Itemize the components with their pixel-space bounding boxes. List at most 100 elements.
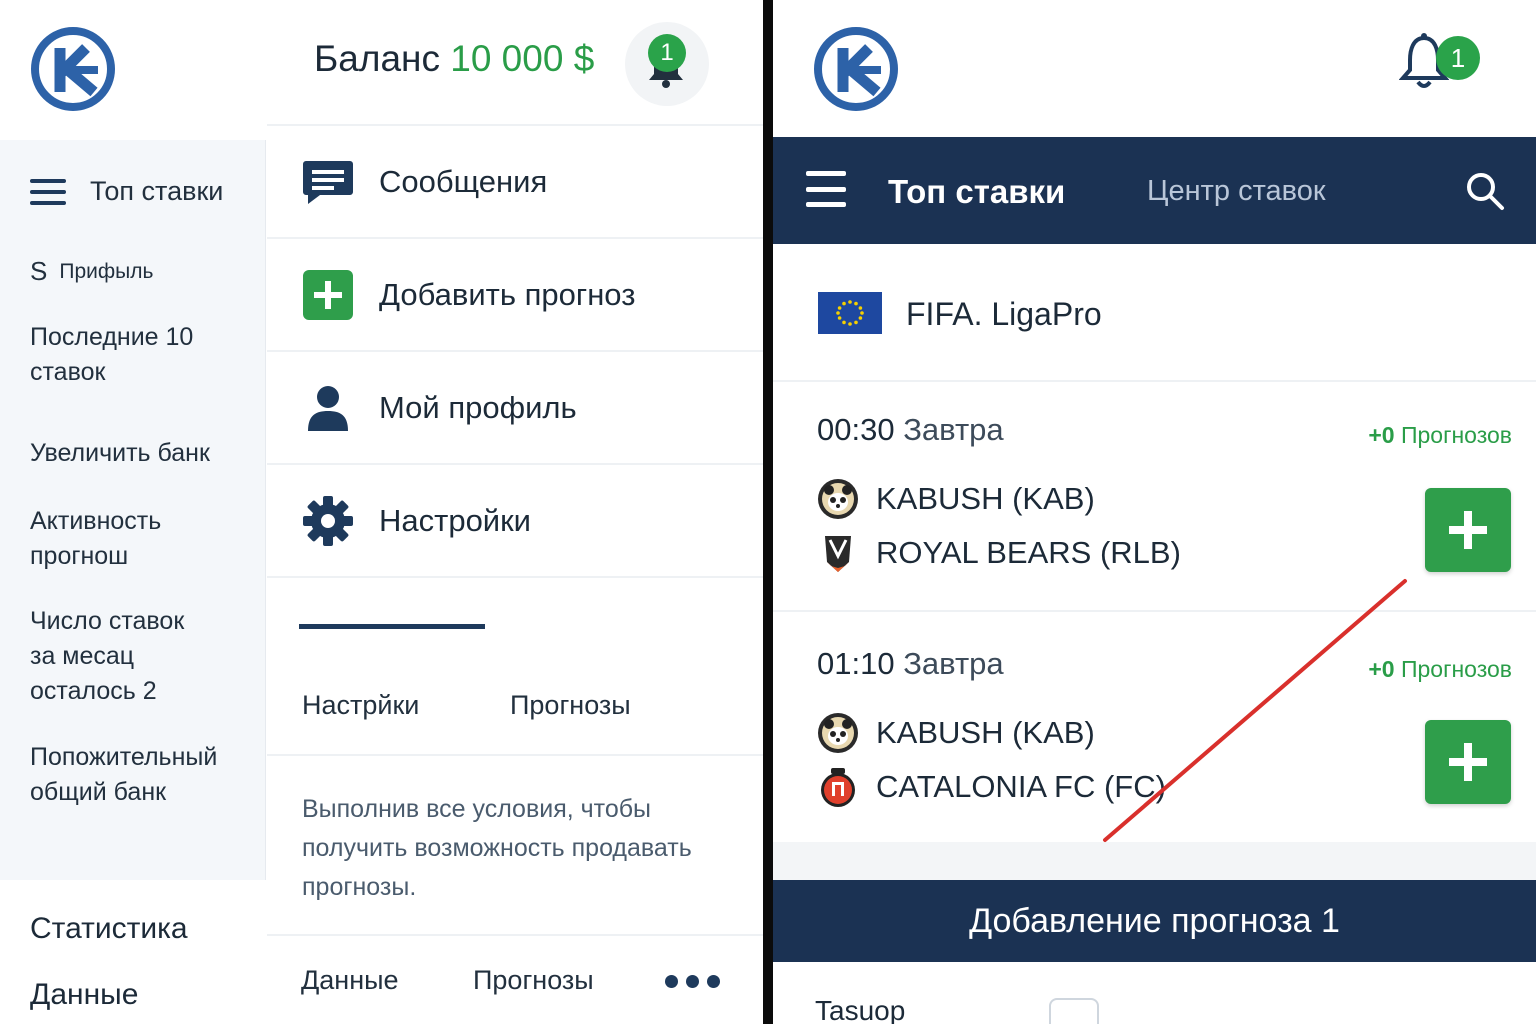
menu-icon[interactable] [806,171,846,207]
panda-team-icon [818,713,858,753]
nav-tab-bet-center[interactable]: Центр ставок [1147,175,1326,208]
sidebar-item-label: Активность [30,507,162,535]
menu-item-add-forecast[interactable]: Добавить прогноз [267,237,763,350]
match-day: Завтра [903,646,1004,681]
sidebar-data-link[interactable]: Данные [30,978,138,1012]
tab-settings[interactable]: Настрйки [302,690,419,721]
team-name: KABUSH (KAB) [876,715,1095,750]
active-tab-indicator [299,624,485,629]
add-forecast-button[interactable] [1425,720,1511,804]
match-time: 00:30 Завтра [817,412,1004,448]
search-icon[interactable] [1465,171,1505,211]
menu-item-messages[interactable]: Сообщения [267,124,763,237]
plus-square-icon [301,268,355,322]
league-name: FIFA. LigaPro [906,296,1102,332]
top-navbar: Топ ставки Центр ставок [773,137,1536,244]
panda-team-icon [818,479,858,519]
match-card[interactable]: 00:30 Завтра +0 Прогнозов KABUSH (KAB) R… [773,382,1536,612]
sidebar-item-top-bets[interactable]: Топ ставки [30,174,223,209]
balance-value: 10 000 $ [450,38,595,79]
forecast-count-label: Прогнозов [1400,422,1512,448]
sidebar-item-bets-left[interactable]: Число ставок за месац осталось 2 [30,604,184,709]
menu-item-label: Настройки [379,502,532,538]
forecast-count-value: +0 [1368,422,1395,448]
divider [267,934,763,936]
team-away: CATALONIA FC (FC) [817,766,1166,808]
notification-badge: 1 [1436,36,1480,80]
sidebar-logo-area [0,0,266,140]
k-logo-icon[interactable] [813,26,899,112]
sidebar-item-label: общий банк [30,778,167,806]
nav-tab-top-bets[interactable]: Топ ставки [888,173,1065,211]
user-icon [301,381,355,435]
team-name: CATALONIA FC (FC) [876,769,1166,804]
plus-icon [1449,511,1487,549]
tab-forecasts[interactable]: Прогнозы [510,690,631,721]
sidebar-item-label: осталось 2 [30,677,157,705]
team-name: ROYAL BEARS (RLB) [876,535,1181,570]
sidebar-item-label: Попожительный [30,743,218,771]
menu-item-settings[interactable]: Настройки [267,463,763,576]
dollar-icon: S [30,256,48,286]
team-home: KABUSH (KAB) [817,712,1095,754]
sidebar-item-increase-bank[interactable]: Увеличить банк [30,436,210,471]
sidebar-bottom: Статистика Данные [0,880,266,1024]
team-away: ROYAL BEARS (RLB) [817,532,1181,574]
divider [773,610,1536,612]
divider [267,754,763,756]
forecast-count: +0 Прогнозов [1368,656,1512,683]
form-field-label: Tasuop [815,995,906,1024]
balance: Баланс 10 000 $ [314,38,594,80]
sidebar: Топ ставки S Прифыль Последние 10 ставок… [0,0,266,1024]
menu-item-my-profile[interactable]: Мой профиль [267,350,763,463]
notifications-button[interactable]: 1 [625,22,709,106]
eu-flag-icon [818,292,882,334]
match-time-value: 00:30 [817,412,895,447]
add-forecast-button[interactable] [1425,488,1511,572]
menu-item-label: Добавить прогноз [379,276,636,312]
sidebar-item-label: Прифыль [59,260,154,283]
match-card[interactable]: 01:10 Завтра +0 Прогнозов KABUSH (KAB) C… [773,616,1536,846]
sidebar-item-last-bets[interactable]: Последние 10 ставок [30,320,193,390]
notification-badge: 1 [648,34,686,72]
k-logo-icon[interactable] [30,26,116,112]
form-field-input[interactable] [1049,998,1099,1024]
device-frame [763,0,773,1024]
message-icon [301,155,355,209]
conditions-note: Выполнив все условия, чтобы получить воз… [302,795,692,901]
sidebar-item-label: Последние 10 [30,323,194,351]
bottom-tab-forecasts[interactable]: Прогнозы [473,965,594,996]
more-icon[interactable] [665,975,720,988]
add-forecast-header: Добавление прогноза 1 [773,880,1536,962]
team-home: KABUSH (KAB) [817,478,1095,520]
menu-icon [30,178,66,205]
sidebar-statistics-link[interactable]: Статистика [30,912,188,946]
section-spacer [773,842,1536,880]
forecast-count-label: Прогнозов [1400,656,1512,682]
sidebar-item-positive-bank[interactable]: Попожительный общий банк [30,740,217,810]
sidebar-item-label: Число ставок [30,607,185,635]
gear-icon [301,494,355,548]
bottom-tab-data[interactable]: Данные [301,965,399,996]
sidebar-item-label: за месац [30,642,135,670]
mobile-screen: 1 Топ ставки Центр ставок FIFA. LigaPro … [773,0,1536,1024]
forecast-count: +0 Прогнозов [1368,422,1512,449]
sidebar-item-profit[interactable]: S Прифыль [30,254,153,289]
catalonia-team-icon [821,768,855,807]
menu-item-label: Мой профиль [379,389,577,425]
divider [267,576,763,578]
account-menu-panel: Баланс 10 000 $ 1 Сообщения Добавить про… [267,0,763,1024]
sidebar-item-label: Увеличить банк [30,439,210,467]
menu-item-label: Сообщения [379,163,548,199]
sidebar-item-label: прогнош [30,542,129,570]
team-name: KABUSH (KAB) [876,481,1095,516]
sidebar-item-label: Топ ставки [90,176,224,206]
match-time: 01:10 Завтра [817,646,1004,682]
match-day: Завтра [903,412,1004,447]
forecast-count-value: +0 [1368,656,1395,682]
sidebar-item-activity[interactable]: Активность прогнош [30,504,161,574]
sidebar-item-label: ставок [30,358,106,386]
league-header[interactable]: FIFA. LigaPro [773,244,1536,382]
match-time-value: 01:10 [817,646,895,681]
bear-shield-team-icon [825,536,851,572]
